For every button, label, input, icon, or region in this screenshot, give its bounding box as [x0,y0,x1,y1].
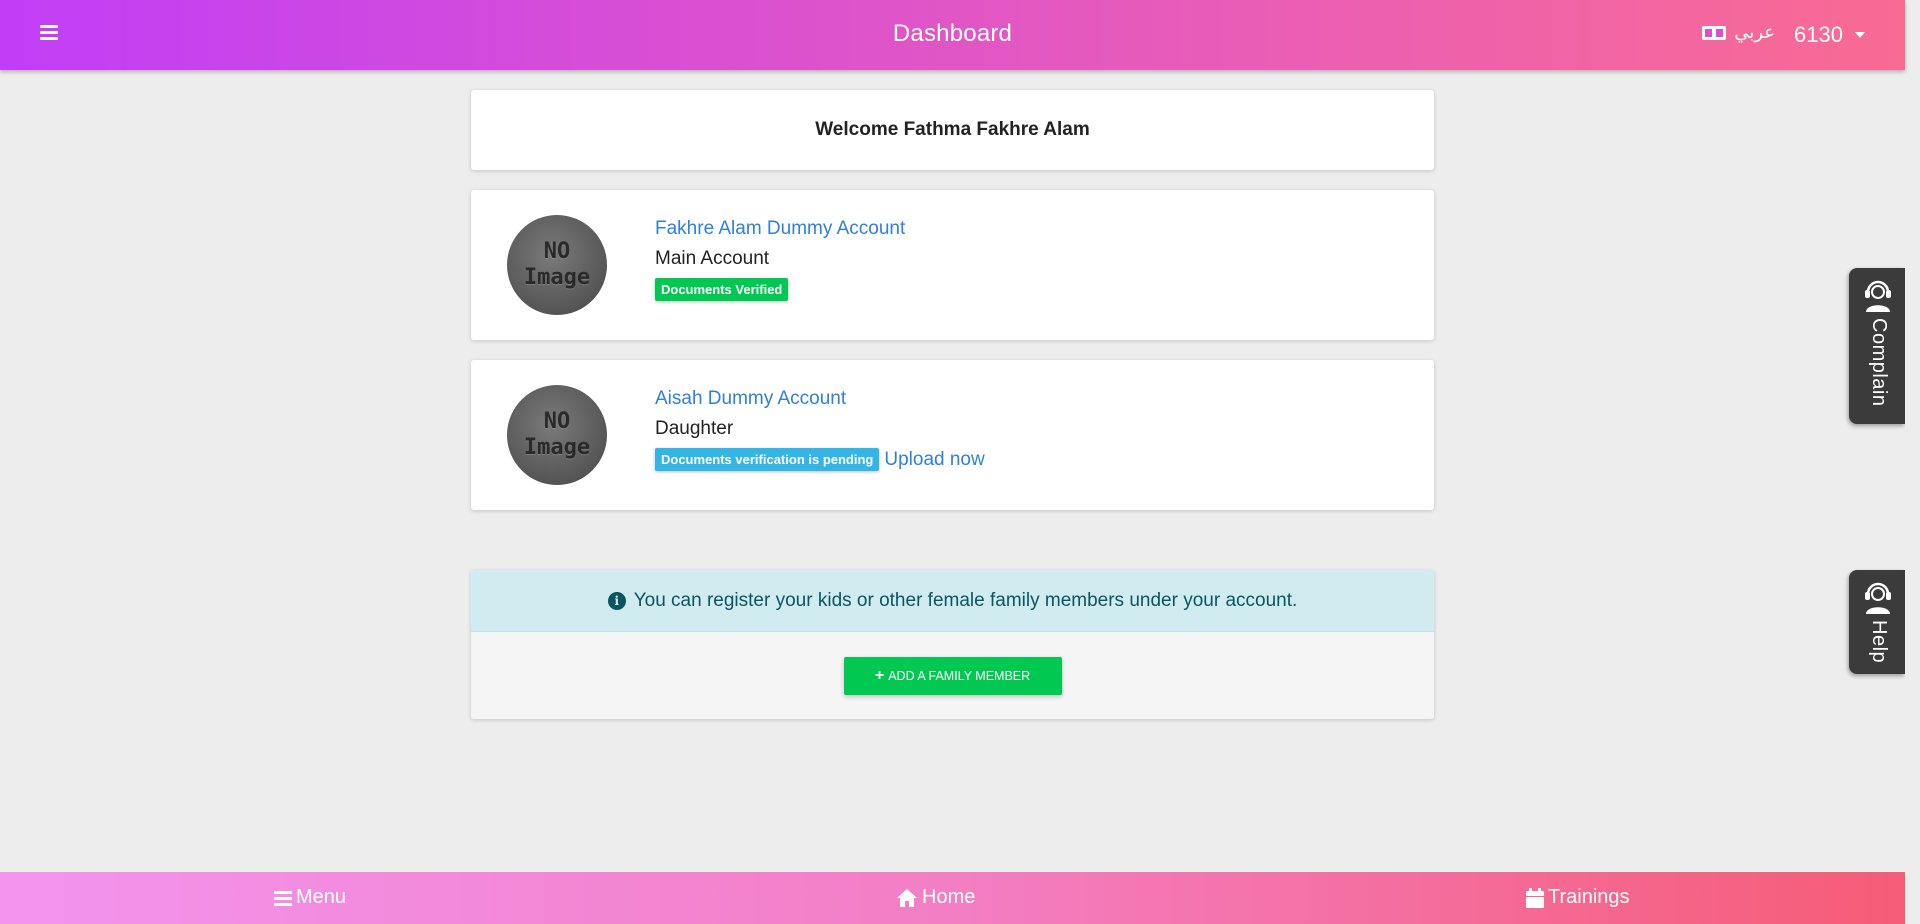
main-content: Welcome Fathma Fakhre Alam NO Image Fakh… [471,90,1434,719]
register-actions: + ADD A FAMILY MEMBER [471,632,1434,719]
member-card: NO Image Fakhre Alam Dummy Account Main … [471,190,1434,340]
info-icon: i [607,591,626,610]
nav-trainings-label: Trainings [1548,886,1630,908]
member-relation: Daughter [655,418,734,439]
language-label: عربي [1734,22,1775,42]
member-name-link[interactable]: Aisah Dummy Account [655,388,985,410]
page-title: Dashboard [892,20,1013,47]
nav-menu[interactable]: Menu [274,886,346,909]
register-info-text: You can register your kids or other fema… [633,589,1298,611]
scrollbar[interactable] [1905,0,1920,924]
nav-home-label: Home [922,886,976,908]
register-info-alert: i You can register your kids or other fe… [471,570,1434,632]
upload-now-link[interactable]: Upload now [884,449,984,471]
avatar-placeholder-line: NO [543,239,571,264]
member-info: Aisah Dummy Account Daughter Documents v… [655,388,985,471]
bars-icon [274,890,292,906]
register-family-card: i You can register your kids or other fe… [471,570,1434,719]
member-card: NO Image Aisah Dummy Account Daughter Do… [471,360,1434,510]
avatar-placeholder-line: Image [523,265,591,290]
welcome-card: Welcome Fathma Fakhre Alam [471,90,1434,170]
status-row: Documents verification is pending Upload… [655,448,985,471]
status-row: Documents Verified [655,278,905,301]
avatar-placeholder-line: NO [543,409,571,434]
user-menu-dropdown[interactable]: 6130 [1794,22,1865,48]
add-family-member-label: ADD A FAMILY MEMBER [888,668,1031,683]
complain-tab[interactable]: Complain [1849,268,1905,424]
status-badge: Documents verification is pending [655,448,880,471]
nav-trainings[interactable]: Trainings [1526,886,1630,909]
avatar: NO Image [507,385,607,485]
nav-menu-label: Menu [296,886,347,908]
support-agent-icon [1865,280,1891,312]
status-badge: Documents Verified [655,278,789,301]
add-family-member-button[interactable]: + ADD A FAMILY MEMBER [843,656,1062,695]
member-relation: Main Account [655,248,770,269]
help-tab[interactable]: Help [1849,570,1905,674]
caret-down-icon [1855,32,1865,38]
nav-home[interactable]: Home [896,886,975,909]
help-label: Help [1868,620,1890,664]
home-icon [897,888,917,907]
complain-label: Complain [1868,318,1890,407]
avatar: NO Image [507,215,607,315]
member-info: Fakhre Alam Dummy Account Main Account D… [655,218,905,301]
avatar-placeholder-line: Image [523,435,591,460]
calendar-icon [1526,887,1544,908]
translate-icon [1702,25,1727,40]
bottom-navigation: Menu Home Trainings [0,872,1905,924]
user-id: 6130 [1794,22,1843,47]
welcome-text: Welcome Fathma Fakhre Alam [815,119,1090,140]
top-app-bar: Dashboard عربي 6130 [0,0,1905,70]
support-agent-icon [1865,582,1891,614]
language-switch[interactable]: عربي [1702,22,1775,43]
plus-icon: + [874,666,885,684]
member-name-link[interactable]: Fakhre Alam Dummy Account [655,218,905,240]
